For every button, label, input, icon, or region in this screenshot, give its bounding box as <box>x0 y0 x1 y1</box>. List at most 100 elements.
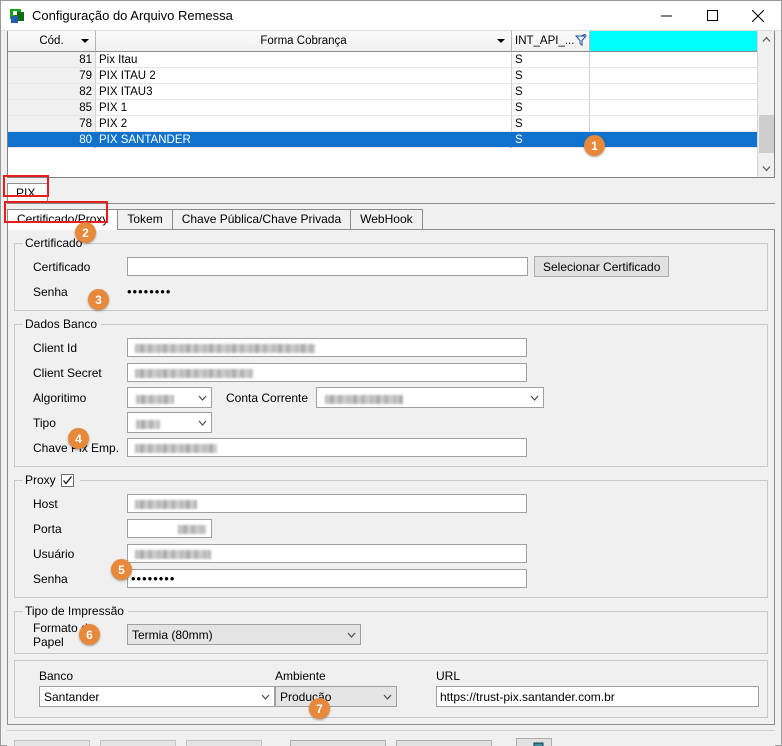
column-header-forma-cobranca[interactable]: Forma Cobrança <box>96 31 512 52</box>
proxy-senha-row: Senha •••••••• <box>23 566 759 591</box>
column-header-cod-label: Cód. <box>39 35 64 47</box>
formato-papel-label: Formato do Papel <box>33 620 95 649</box>
group-certificado-legend: Certificado <box>25 236 83 250</box>
table-row-selected[interactable]: 80 PIX SANTANDER S <box>8 132 757 148</box>
alterar-button[interactable]: Alterar <box>100 739 176 746</box>
scroll-down-icon[interactable] <box>758 160 775 177</box>
proxy-porta-row: Porta <box>23 516 759 541</box>
banco-select[interactable]: Santander <box>39 686 275 708</box>
proxy-usuario-input[interactable] <box>127 544 527 564</box>
certificado-input[interactable] <box>127 257 528 276</box>
table-row[interactable]: 85 PIX 1 S <box>8 100 757 116</box>
tab-certificado-proxy[interactable]: Certificado/Proxy <box>7 209 119 230</box>
window-title: Configuração do Arquivo Remessa <box>32 8 233 23</box>
proxy-senha-input[interactable]: •••••••• <box>127 569 527 589</box>
scrollbar-track[interactable] <box>758 48 775 160</box>
incluir-button[interactable]: Incluir <box>14 739 90 746</box>
cell-cod: 81 <box>8 52 96 68</box>
proxy-host-input[interactable] <box>127 494 527 514</box>
proxy-host-row: Host <box>23 491 759 516</box>
title-bar: Configuração do Arquivo Remessa <box>1 1 781 31</box>
cell-api: S <box>512 116 590 132</box>
proxy-usuario-row: Usuário <box>23 541 759 566</box>
conta-corrente-select[interactable] <box>316 387 545 408</box>
grid-main: Cód. Forma Cobrança INT_API_... 81 Pix I… <box>8 31 757 177</box>
bottom-toolbar: Incluir Alterar Exluir <box>7 730 775 746</box>
tab-pix[interactable]: PIX <box>7 183 49 203</box>
excluir-button[interactable]: Exluir <box>186 739 262 746</box>
column-header-forma-label: Forma Cobrança <box>260 35 347 47</box>
forma-cobranca-grid[interactable]: Cód. Forma Cobrança INT_API_... 81 Pix I… <box>7 31 775 178</box>
cell-forma: PIX ITAU3 <box>96 84 512 100</box>
selecionar-certificado-button[interactable]: Selecionar Certificado <box>534 256 670 277</box>
column-header-int-api[interactable]: INT_API_... <box>512 31 590 52</box>
cell-api: S <box>512 52 590 68</box>
algoritimo-select[interactable] <box>127 387 212 408</box>
certificado-senha-input[interactable]: •••••••• <box>127 283 271 300</box>
scroll-up-icon[interactable] <box>758 31 775 48</box>
cancelar-button[interactable]: Canc. <box>396 739 492 746</box>
algoritimo-value <box>132 389 194 407</box>
proxy-senha-label: Senha <box>33 571 68 586</box>
ambiente-value: Produção <box>280 689 332 704</box>
minimize-button[interactable] <box>643 1 689 31</box>
cell-forma: PIX ITAU 2 <box>96 68 512 84</box>
table-row[interactable]: 78 PIX 2 S <box>8 116 757 132</box>
certificado-proxy-panel: Certificado Certificado Selecionar Certi… <box>7 230 775 726</box>
cell-blank <box>590 100 757 116</box>
cell-blank <box>590 52 757 68</box>
tab-certificado-proxy-label: Certificado/Proxy <box>17 212 109 226</box>
tab-tokem-label: Tokem <box>127 212 163 226</box>
table-row[interactable]: 82 PIX ITAU3 S <box>8 84 757 100</box>
proxy-porta-input[interactable] <box>127 519 212 539</box>
tipo-select[interactable] <box>127 412 212 433</box>
grid-rows: 81 Pix Itau S 79 PIX ITAU 2 S 82 PIX ITA… <box>8 52 757 177</box>
tab-pix-label: PIX <box>16 186 36 200</box>
sair-button[interactable] <box>516 737 552 746</box>
group-proxy: Proxy Host Porta Usuário Senha •••••••• <box>14 473 768 599</box>
window-controls <box>643 1 781 31</box>
group-tipo-impressao-legend: Tipo de Impressão <box>25 604 124 619</box>
client-secret-input[interactable] <box>127 363 527 382</box>
proxy-checkbox[interactable] <box>61 474 75 488</box>
table-row[interactable]: 79 PIX ITAU 2 S <box>8 68 757 84</box>
scrollbar-thumb[interactable] <box>758 115 774 154</box>
group-proxy-legend: Proxy <box>23 473 80 488</box>
group-dados-banco: Dados Banco Client Id Client Secret Algo… <box>14 317 768 467</box>
confirmar-button[interactable]: Conf. <box>290 739 386 746</box>
client-secret-row: Client Secret <box>23 360 759 385</box>
tab-webhook-label: WebHook <box>360 212 413 226</box>
cell-api: S <box>512 84 590 100</box>
column-header-highlight[interactable] <box>590 31 757 52</box>
close-button[interactable] <box>735 1 781 31</box>
table-row[interactable]: 81 Pix Itau S <box>8 52 757 68</box>
client-id-input[interactable] <box>127 338 527 357</box>
column-header-cod[interactable]: Cód. <box>8 31 96 52</box>
tab-tokem[interactable]: Tokem <box>117 209 173 229</box>
tab-webhook[interactable]: WebHook <box>350 209 423 229</box>
chevron-down-icon <box>379 694 396 700</box>
formato-papel-select[interactable]: Termia (80mm) <box>127 624 361 646</box>
algoritimo-row: Algoritimo Conta Corrente <box>23 385 759 410</box>
banco-label: Banco <box>39 669 74 684</box>
grid-vertical-scrollbar[interactable] <box>757 31 774 177</box>
ambiente-select[interactable]: Produção <box>275 686 397 708</box>
maximize-button[interactable] <box>689 1 735 31</box>
cell-blank <box>590 84 757 100</box>
tab-chave-publica-privada[interactable]: Chave Pública/Chave Privada <box>171 209 352 229</box>
conta-corrente-value <box>321 389 526 407</box>
filter-icon[interactable] <box>574 33 588 49</box>
chevron-down-icon <box>81 39 89 43</box>
group-banco-ambiente-url: Banco Santander Ambiente Produção URL ht… <box>14 660 768 719</box>
proxy-usuario-label: Usuário <box>33 546 75 561</box>
tipo-row: Tipo <box>23 410 759 435</box>
chave-pix-input[interactable] <box>127 438 527 457</box>
column-header-int-api-label: INT_API_... <box>515 35 575 47</box>
cell-api: S <box>512 132 590 148</box>
url-label: URL <box>436 669 461 684</box>
certificado-row: Certificado Selecionar Certificado <box>23 254 759 279</box>
url-input[interactable] <box>436 686 759 708</box>
tab-chave-publica-privada-label: Chave Pública/Chave Privada <box>181 212 342 226</box>
cell-blank <box>590 116 757 132</box>
grid-header-row: Cód. Forma Cobrança INT_API_... <box>8 31 757 52</box>
